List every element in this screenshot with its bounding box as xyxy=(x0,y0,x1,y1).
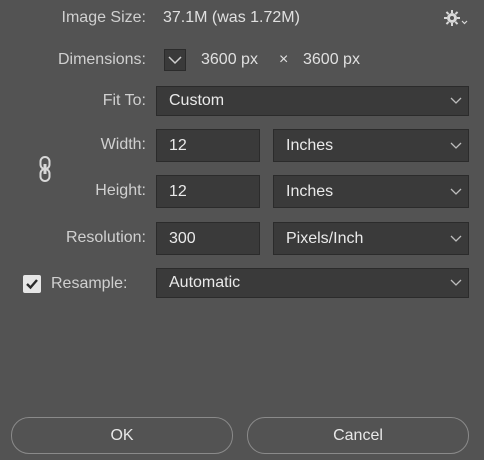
fit-to-label: Fit To: xyxy=(102,92,146,109)
resolution-label: Resolution: xyxy=(65,229,146,246)
fit-to-select-value: Custom xyxy=(169,92,225,109)
resample-select[interactable]: Automatic xyxy=(156,268,469,298)
chevron-down-icon xyxy=(450,188,462,195)
width-unit-select[interactable]: Inches xyxy=(273,129,469,162)
resample-select-value: Automatic xyxy=(169,274,241,291)
checkmark-icon xyxy=(26,279,38,290)
chevron-down-icon xyxy=(450,235,462,242)
image-size-label: Image Size: xyxy=(61,9,146,26)
cancel-button-label: Cancel xyxy=(333,426,383,444)
gear-icon xyxy=(444,10,468,26)
chevron-down-icon xyxy=(450,97,462,104)
dimensions-label: Dimensions: xyxy=(57,51,146,68)
fit-to-select[interactable]: Custom xyxy=(156,86,469,116)
width-label: Width: xyxy=(100,136,146,153)
resolution-input[interactable]: 300 xyxy=(156,222,260,255)
resolution-unit-value: Pixels/Inch xyxy=(286,229,364,247)
cancel-button[interactable]: Cancel xyxy=(247,417,469,454)
height-input-value: 12 xyxy=(169,182,187,200)
height-unit-select[interactable]: Inches xyxy=(273,175,469,208)
ok-button-label: OK xyxy=(110,426,134,444)
resample-checkbox[interactable] xyxy=(23,275,41,293)
resolution-input-value: 300 xyxy=(169,229,196,247)
constrain-proportions-link[interactable] xyxy=(37,155,53,183)
image-size-value: 37.1M (was 1.72M) xyxy=(163,9,300,26)
width-unit-value: Inches xyxy=(286,136,334,154)
dimensions-width-value: 3600 px xyxy=(201,51,258,68)
width-input-value: 12 xyxy=(169,136,187,154)
settings-gear-button[interactable] xyxy=(444,9,468,27)
width-input[interactable]: 12 xyxy=(156,129,260,162)
dimensions-times-sign: × xyxy=(279,51,289,68)
height-unit-value: Inches xyxy=(286,182,334,200)
chevron-down-icon xyxy=(450,279,462,286)
resample-label: Resample: xyxy=(51,275,128,292)
chevron-down-icon xyxy=(168,56,182,65)
ok-button[interactable]: OK xyxy=(11,417,233,454)
resolution-unit-select[interactable]: Pixels/Inch xyxy=(273,222,469,255)
chevron-down-icon xyxy=(450,142,462,149)
height-label: Height: xyxy=(95,182,146,199)
chain-link-icon xyxy=(39,156,51,182)
dimensions-toggle-button[interactable] xyxy=(164,49,186,71)
height-input[interactable]: 12 xyxy=(156,175,260,208)
dimensions-height-value: 3600 px xyxy=(303,51,360,68)
